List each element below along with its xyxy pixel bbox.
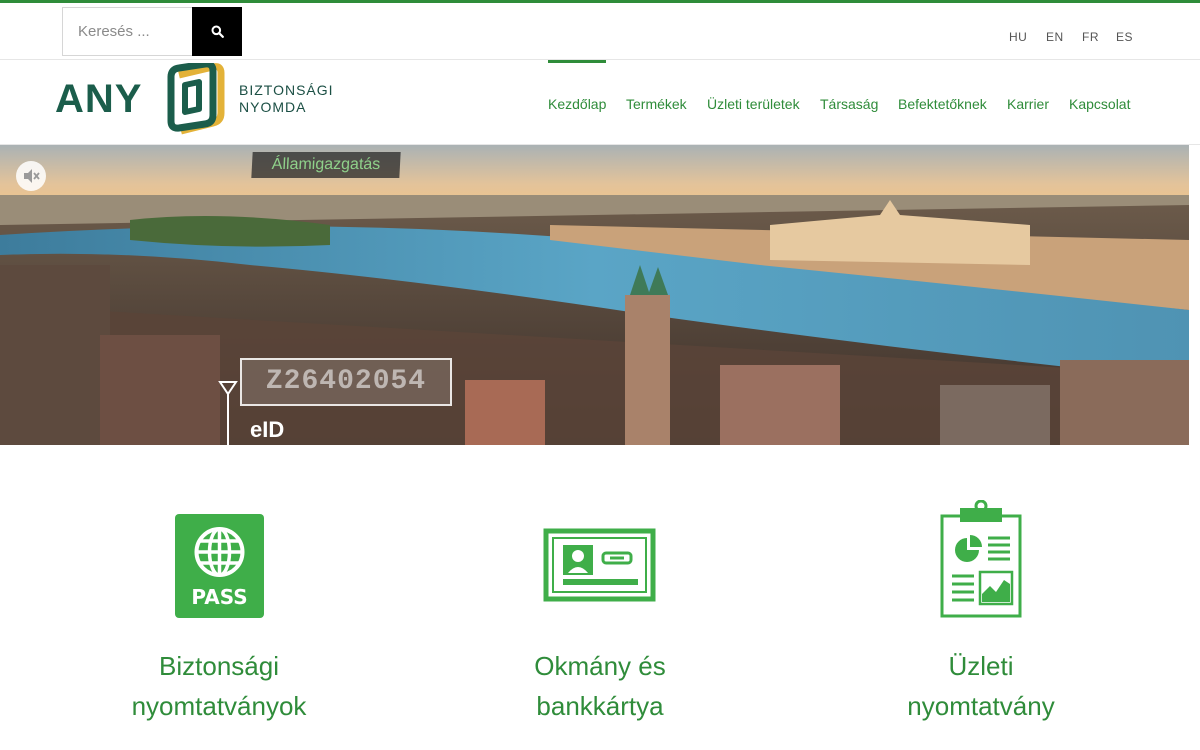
feature-title-line2: nyomtatványok <box>131 691 307 721</box>
feature-title-line2: nyomtatvány <box>907 691 1055 721</box>
logo-mark-icon <box>167 63 225 135</box>
feature-business-forms-title[interactable]: Üzleti nyomtatvány <box>831 646 1131 726</box>
search-input[interactable] <box>62 7 192 56</box>
speaker-muted-icon <box>24 169 40 183</box>
mute-button[interactable] <box>16 161 46 191</box>
logo-text-line1: BIZTONSÁGI <box>239 82 334 98</box>
logo-wordmark: ANY <box>55 77 143 121</box>
feature-security-forms-title[interactable]: Biztonsági nyomtatványok <box>69 646 369 726</box>
nav-active-indicator <box>548 60 606 63</box>
hero-eid-label: eID <box>250 417 285 442</box>
main-header: ANY BIZTONSÁGI NYOMDA Kezdőlap Termékek … <box>0 60 1200 145</box>
nav-investors[interactable]: Befektetőknek <box>898 96 987 112</box>
lang-hu[interactable]: HU <box>1009 30 1027 44</box>
hero-cityscape-image <box>0 145 1189 445</box>
lang-fr[interactable]: FR <box>1082 30 1099 44</box>
feature-title-line2: bankkártya <box>536 691 664 721</box>
lang-en[interactable]: EN <box>1046 30 1064 44</box>
passport-icon[interactable]: PASS <box>175 514 264 618</box>
id-card-icon[interactable] <box>543 528 656 602</box>
feature-title-line1: Biztonsági <box>159 651 279 681</box>
feature-document-card-title[interactable]: Okmány és bankkártya <box>450 646 750 726</box>
nav-company[interactable]: Társaság <box>820 96 878 112</box>
hero-video <box>0 145 1189 445</box>
logo-text-line2: NYOMDA <box>239 99 307 115</box>
nav-contact[interactable]: Kapcsolat <box>1069 96 1130 112</box>
logo[interactable]: ANY BIZTONSÁGI NYOMDA <box>0 60 340 145</box>
passport-icon-label: PASS <box>191 585 247 609</box>
feature-title-line1: Okmány és <box>534 651 666 681</box>
search-button[interactable] <box>192 7 242 56</box>
pointer-marker-icon <box>218 381 238 445</box>
nav-home[interactable]: Kezdőlap <box>548 96 606 112</box>
nav-business-areas[interactable]: Üzleti területek <box>707 96 800 112</box>
nav-career[interactable]: Karrier <box>1007 96 1049 112</box>
top-bar: HU EN FR ES <box>0 3 1200 60</box>
lang-es[interactable]: ES <box>1116 30 1133 44</box>
search-icon <box>211 25 224 38</box>
clipboard-report-icon[interactable] <box>940 500 1022 618</box>
hero-document-code: Z26402054 <box>240 358 452 406</box>
feature-title-line1: Üzleti <box>948 651 1014 681</box>
hero-category-tag: Államigazgatás <box>251 152 401 178</box>
nav-products[interactable]: Termékek <box>626 96 687 112</box>
